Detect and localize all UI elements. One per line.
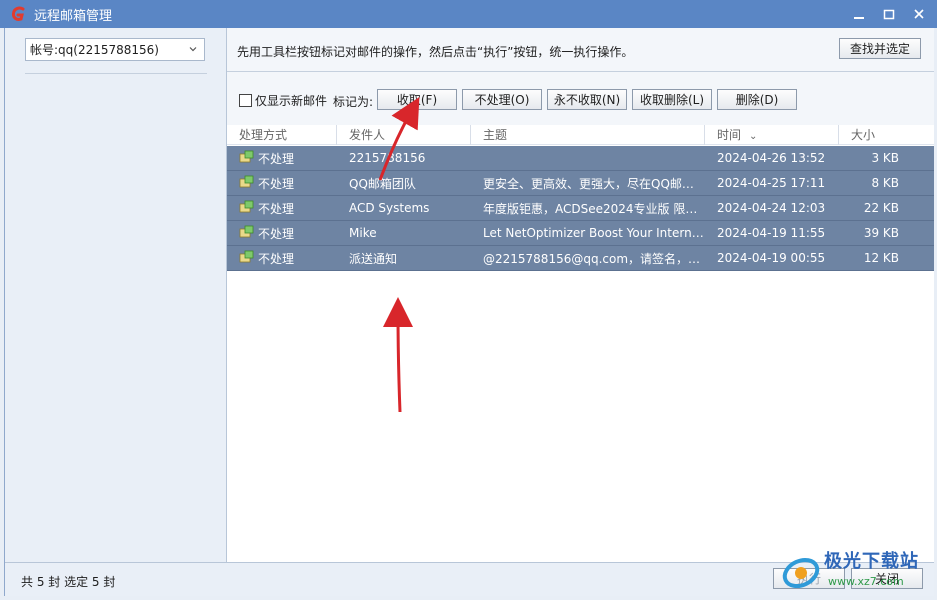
watermark-text: 极光下载站 [824, 551, 919, 572]
column-header-subject[interactable]: 主题 [471, 125, 705, 145]
row-size: 8 KB [871, 176, 899, 190]
watermark-url: www.xz7.com [828, 575, 904, 588]
chevron-down-icon [188, 43, 198, 57]
mail-status-icon [239, 175, 255, 192]
row-time: 2024-04-19 00:55 [717, 251, 826, 265]
row-action-text: 不处理 [258, 176, 295, 191]
title-bar: 远程邮箱管理 [0, 0, 937, 28]
mark-as-label: 标记为: [333, 95, 374, 109]
row-subject: 年度版钜惠，ACDSee2024专业版 限时... [483, 201, 705, 216]
row-subject: Let NetOptimizer Boost Your Interne... [483, 226, 705, 240]
delete-button[interactable]: 删除(D) [717, 89, 797, 110]
row-subject: @2215788156@qq.com，请签名，你... [483, 251, 705, 266]
row-sender: 2215788156 [349, 151, 426, 165]
never-receive-button[interactable]: 永不收取(N) [547, 89, 627, 110]
row-time: 2024-04-25 17:11 [717, 176, 826, 190]
instruction-text: 先用工具栏按钮标记对邮件的操作，然后点击“执行”按钮，统一执行操作。 [237, 45, 634, 59]
column-header-sender[interactable]: 发件人 [337, 125, 471, 145]
row-action: 不处理 [227, 200, 337, 217]
mail-status-icon [239, 150, 255, 167]
mail-status-icon [239, 250, 255, 267]
watermark: 极光下载站 www.xz7.com [780, 547, 932, 597]
column-header-time-label: 时间 [717, 128, 742, 142]
row-action: 不处理 [227, 250, 337, 267]
sort-desc-icon: ⌄ [749, 131, 758, 142]
row-size: 39 KB [863, 226, 899, 240]
mail-list: 不处理 2215788156 2024-04-26 13:52 3 KB 不处理… [227, 146, 934, 271]
row-sender: QQ邮箱团队 [349, 176, 416, 191]
status-count: 共 5 封 选定 5 封 [21, 575, 116, 589]
column-header-time[interactable]: 时间 ⌄ [705, 125, 839, 145]
find-and-select-button[interactable]: 查找并选定 [839, 38, 921, 59]
table-row[interactable]: 不处理 2215788156 2024-04-26 13:52 3 KB [227, 146, 934, 171]
mail-status-icon [239, 200, 255, 217]
account-select-value: 帐号:qq(2215788156) [30, 43, 159, 57]
row-time: 2024-04-19 11:55 [717, 226, 826, 240]
window-title: 远程邮箱管理 [34, 8, 113, 24]
row-time: 2024-04-26 13:52 [717, 151, 826, 165]
row-action: 不处理 [227, 150, 337, 167]
column-header-size[interactable]: 大小 [839, 125, 917, 145]
mail-pane: 先用工具栏按钮标记对邮件的操作，然后点击“执行”按钮，统一执行操作。 查找并选定… [227, 28, 934, 562]
maximize-button[interactable] [879, 4, 899, 24]
app-logo-icon [10, 5, 28, 23]
row-sender: ACD Systems [349, 201, 430, 215]
new-only-label: 仅显示新邮件 [255, 94, 328, 108]
new-only-checkbox[interactable] [239, 94, 252, 107]
mark-toolbar: 仅显示新邮件 标记为: 收取(F) 不处理(O) 永不收取(N) 收取删除(L)… [227, 72, 934, 125]
minimize-button[interactable] [849, 4, 869, 24]
divider [25, 73, 207, 74]
main-window: 帐号:qq(2215788156) 先用工具栏按钮标记对邮件的操作，然后点击“执… [4, 28, 934, 596]
row-size: 3 KB [871, 151, 899, 165]
mail-status-icon [239, 225, 255, 242]
row-size: 12 KB [863, 251, 899, 265]
row-action-text: 不处理 [258, 151, 295, 166]
row-action: 不处理 [227, 175, 337, 192]
row-subject: 更安全、更高效、更强大，尽在QQ邮箱... [483, 176, 705, 191]
row-size: 22 KB [863, 201, 899, 215]
table-header: 处理方式 发件人 主题 时间 ⌄ 大小 [227, 125, 934, 145]
info-bar: 先用工具栏按钮标记对邮件的操作，然后点击“执行”按钮，统一执行操作。 查找并选定 [227, 28, 934, 72]
row-action-text: 不处理 [258, 226, 295, 241]
close-window-button[interactable] [909, 4, 929, 24]
watermark-logo-icon [782, 557, 820, 589]
table-row[interactable]: 不处理 QQ邮箱团队 更安全、更高效、更强大，尽在QQ邮箱... 2024-04… [227, 171, 934, 196]
new-only-toggle[interactable]: 仅显示新邮件 [239, 92, 327, 109]
column-header-action[interactable]: 处理方式 [227, 125, 337, 145]
row-sender: Mike [349, 226, 377, 240]
row-time: 2024-04-24 12:03 [717, 201, 826, 215]
row-action: 不处理 [227, 225, 337, 242]
receive-button[interactable]: 收取(F) [377, 89, 457, 110]
skip-button[interactable]: 不处理(O) [462, 89, 542, 110]
table-row[interactable]: 不处理 Mike Let NetOptimizer Boost Your Int… [227, 221, 934, 246]
account-select[interactable]: 帐号:qq(2215788156) [25, 38, 205, 61]
receive-delete-button[interactable]: 收取删除(L) [632, 89, 712, 110]
table-row[interactable]: 不处理 派送通知 @2215788156@qq.com，请签名，你... 202… [227, 246, 934, 271]
row-action-text: 不处理 [258, 201, 295, 216]
table-row[interactable]: 不处理 ACD Systems 年度版钜惠，ACDSee2024专业版 限时..… [227, 196, 934, 221]
row-action-text: 不处理 [258, 251, 295, 266]
row-sender: 派送通知 [349, 251, 398, 266]
account-pane: 帐号:qq(2215788156) [5, 28, 227, 562]
